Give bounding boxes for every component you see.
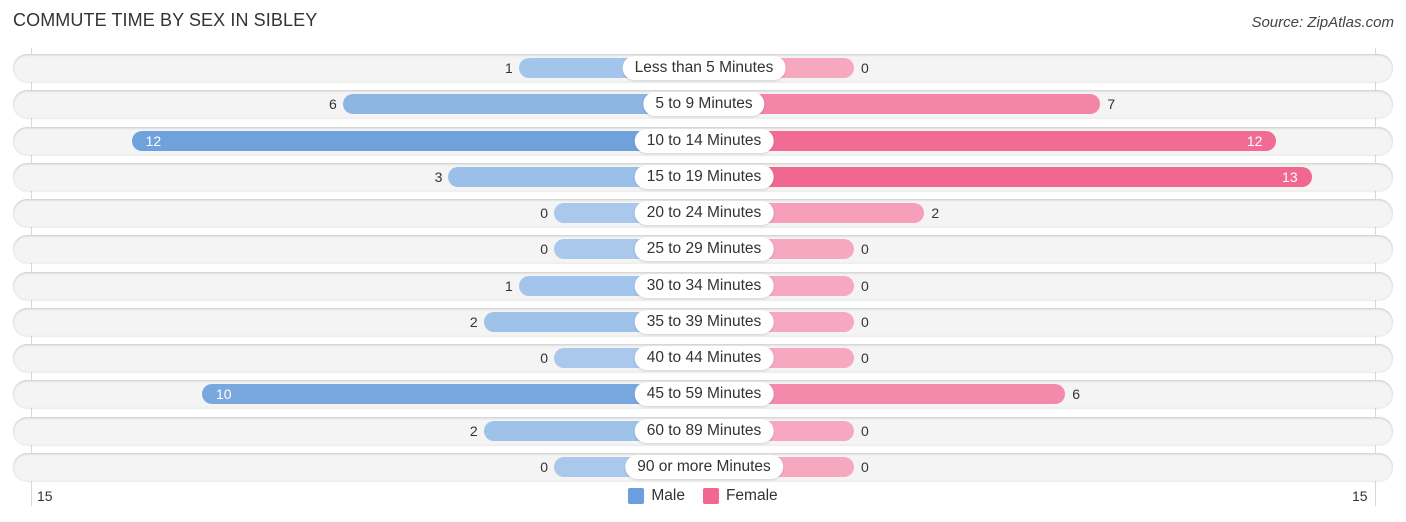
- category-label: 60 to 89 Minutes: [634, 418, 774, 443]
- legend-item-male: Male: [628, 487, 685, 505]
- category-label: 90 or more Minutes: [625, 454, 783, 479]
- category-label: Less than 5 Minutes: [622, 56, 786, 80]
- legend: Male Female: [0, 487, 1406, 505]
- female-value-label: 0: [861, 60, 869, 76]
- category-label: 20 to 24 Minutes: [634, 201, 774, 225]
- legend-item-female: Female: [702, 487, 778, 505]
- male-value-label: 0: [540, 458, 548, 475]
- male-value-label: 1: [505, 277, 513, 294]
- male-value-label: 12: [145, 132, 162, 149]
- female-value-label: 0: [861, 350, 869, 366]
- female-value-label: 0: [861, 422, 869, 439]
- legend-swatch-male: [628, 488, 645, 504]
- category-label: 35 to 39 Minutes: [634, 309, 774, 334]
- female-value-label: 0: [861, 277, 869, 294]
- female-value-label: 6: [1072, 386, 1080, 403]
- male-value-label: 10: [216, 386, 232, 403]
- legend-label-male: Male: [651, 487, 685, 504]
- female-value-label: 7: [1107, 96, 1116, 113]
- female-value-label: 0: [861, 458, 869, 475]
- female-value-label: 0: [861, 313, 869, 330]
- female-bar: [704, 130, 1277, 151]
- male-value-label: 2: [469, 422, 478, 439]
- male-bar: [202, 384, 704, 405]
- female-value-label: 2: [931, 205, 940, 221]
- male-value-label: 0: [540, 241, 548, 258]
- male-value-label: 6: [329, 96, 337, 113]
- male-value-label: 3: [434, 168, 443, 185]
- male-value-label: 0: [540, 350, 548, 366]
- category-label: 30 to 34 Minutes: [634, 273, 774, 298]
- category-label: 25 to 29 Minutes: [634, 237, 774, 262]
- female-value-label: 12: [1246, 132, 1263, 149]
- male-bar: [131, 130, 704, 151]
- category-label: 45 to 59 Minutes: [634, 382, 774, 407]
- category-label: 10 to 14 Minutes: [634, 128, 774, 153]
- legend-swatch-female: [702, 488, 719, 504]
- female-value-label: 13: [1282, 168, 1298, 185]
- female-bar: [704, 166, 1312, 187]
- legend-label-female: Female: [725, 487, 778, 504]
- male-value-label: 2: [469, 313, 478, 330]
- category-label: 40 to 44 Minutes: [634, 346, 774, 370]
- source-label: Source: ZipAtlas.com: [1251, 14, 1394, 31]
- category-label: 5 to 9 Minutes: [643, 92, 765, 117]
- female-value-label: 0: [861, 241, 869, 258]
- male-value-label: 1: [505, 60, 513, 76]
- category-label: 15 to 19 Minutes: [634, 164, 774, 189]
- chart-title: COMMUTE TIME BY SEX IN SIBLEY: [13, 10, 318, 30]
- male-value-label: 0: [540, 205, 548, 221]
